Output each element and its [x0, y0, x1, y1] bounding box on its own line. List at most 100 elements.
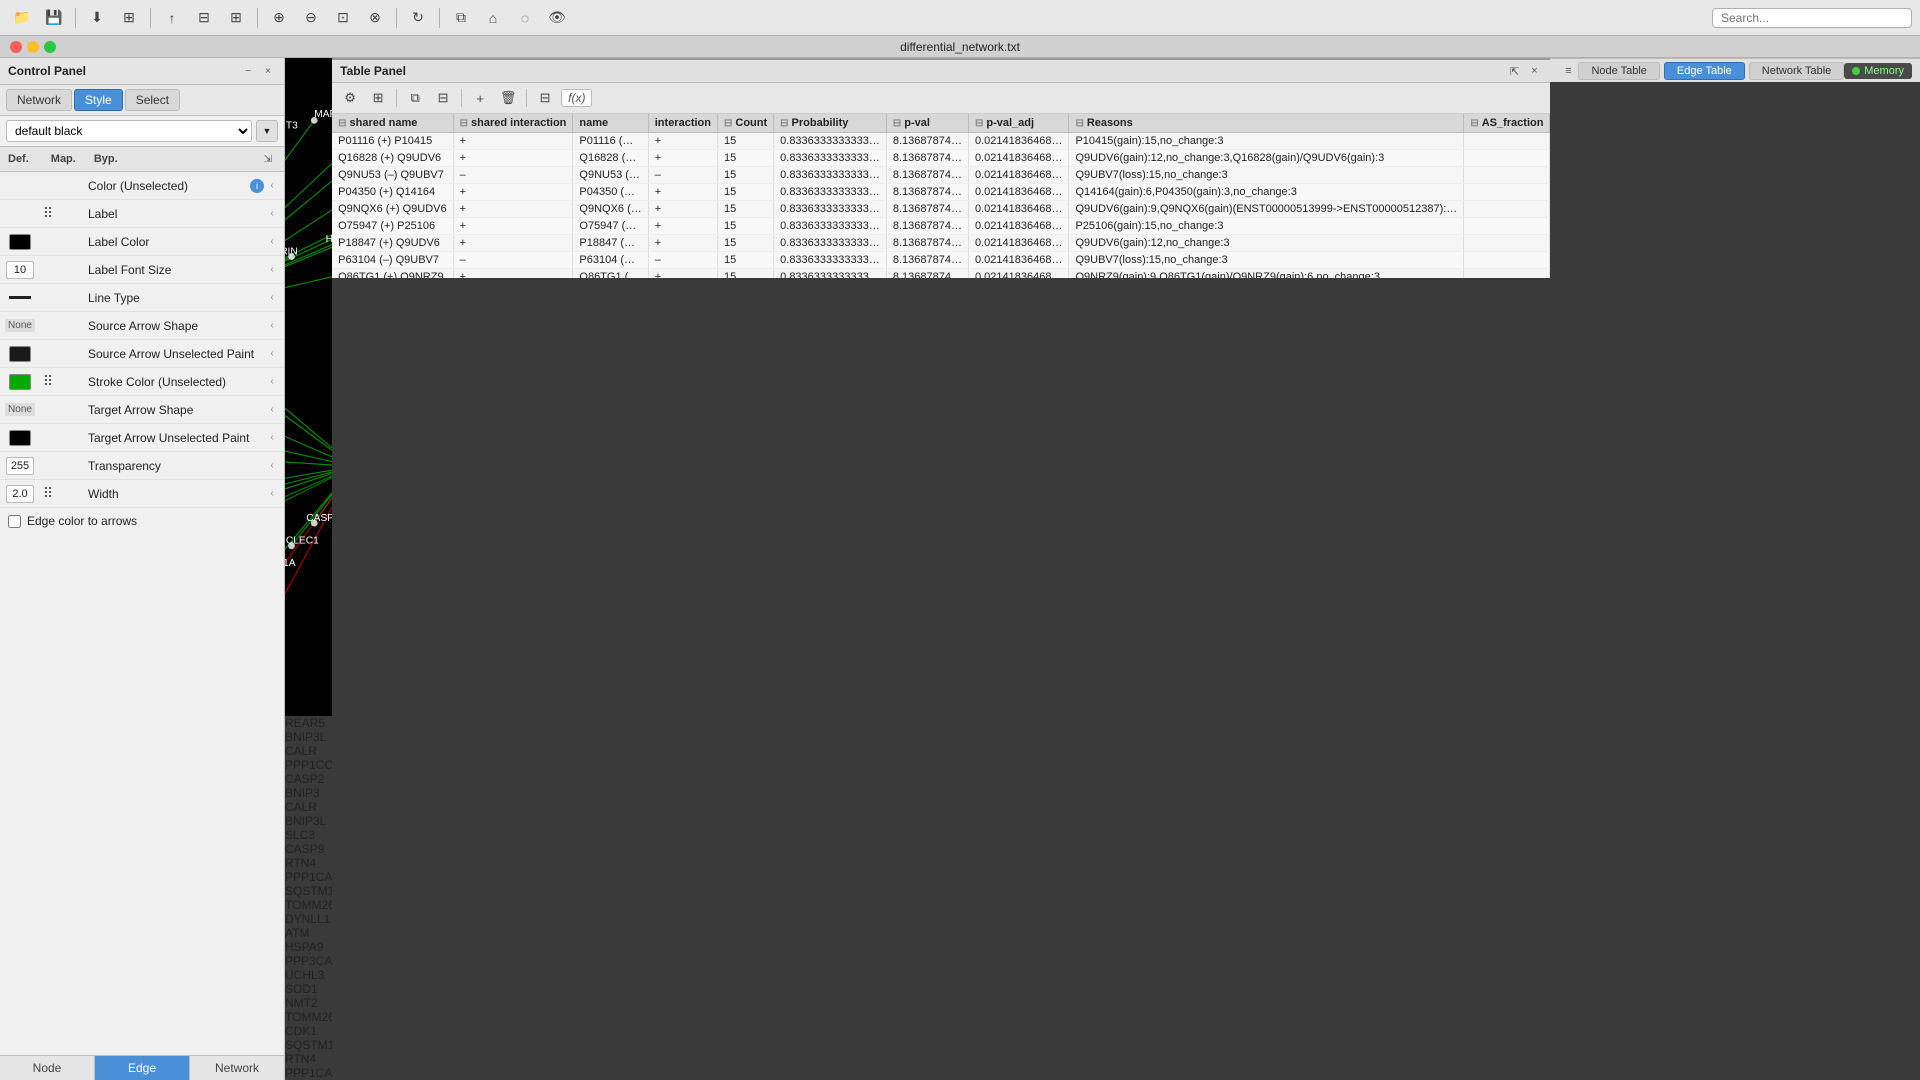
prop-arrow-source[interactable]: ‹ — [264, 320, 280, 331]
table-row[interactable]: P01116 (+) P10415 + P01116 (… + 15 0.833… — [332, 133, 1550, 150]
col-probability[interactable]: ⊟ Probability — [774, 114, 887, 133]
col-shared-interaction[interactable]: ⊟ shared interaction — [453, 114, 573, 133]
refresh-icon[interactable]: ↻ — [404, 4, 432, 32]
list-icon[interactable]: ≡ — [1558, 61, 1578, 81]
tab-network[interactable]: Network — [6, 89, 72, 111]
search-input[interactable] — [1712, 8, 1912, 28]
label-color-swatch[interactable] — [9, 234, 31, 250]
cell-interaction: + — [648, 235, 717, 252]
tt-columns-icon[interactable]: ⊞ — [366, 86, 390, 110]
prop-arrow-color[interactable]: ‹ — [264, 180, 280, 191]
source-paint-swatch[interactable] — [9, 346, 31, 362]
info-icon-color[interactable]: i — [250, 179, 264, 193]
prop-arrow-width[interactable]: ‹ — [264, 488, 280, 499]
table2-icon[interactable]: ⊞ — [222, 4, 250, 32]
prop-arrow-label[interactable]: ‹ — [264, 208, 280, 219]
col-count[interactable]: ⊟ Count — [717, 114, 773, 133]
prop-arrow-stroke[interactable]: ‹ — [264, 376, 280, 387]
cell-as-fraction — [1464, 201, 1550, 218]
edge-color-label: Edge color to arrows — [27, 514, 137, 528]
properties-list: Color (Unselected) i ‹ ⠿ Label ‹ Label C… — [0, 172, 284, 1055]
tab-style[interactable]: Style — [74, 89, 123, 111]
close-window-button[interactable] — [10, 41, 22, 53]
table-expand-icon[interactable]: ⇱ — [1506, 63, 1522, 79]
table-row[interactable]: O75947 (+) P25106 + O75947 (… + 15 0.833… — [332, 218, 1550, 235]
edge-color-checkbox[interactable] — [8, 515, 21, 528]
tt-split-icon[interactable]: ⊟ — [431, 86, 455, 110]
width-value[interactable]: 2.0 — [6, 485, 34, 503]
tt-add-icon[interactable]: + — [468, 86, 492, 110]
line-type-swatch[interactable] — [9, 296, 31, 299]
close-panel-icon[interactable]: × — [260, 63, 276, 79]
save-icon[interactable]: 💾 — [40, 4, 68, 32]
col-pval[interactable]: ⊟ p-val — [886, 114, 968, 133]
col-shared-name[interactable]: ⊟ shared name — [332, 114, 453, 133]
share-icon[interactable]: ↑ — [158, 4, 186, 32]
col-pval-adj[interactable]: ⊟ p-val_adj — [968, 114, 1068, 133]
table-icon[interactable]: ⊞ — [115, 4, 143, 32]
tt-link-icon[interactable]: ⊟ — [533, 86, 557, 110]
table-row[interactable]: P04350 (+) Q14164 + P04350 (… + 15 0.833… — [332, 184, 1550, 201]
style-dropdown-arrow[interactable]: ▼ — [256, 120, 278, 142]
table-row[interactable]: Q9NQX6 (+) Q9UDV6 + Q9NQX6 (… + 15 0.833… — [332, 201, 1550, 218]
zoom-reset-icon[interactable]: ⊗ — [361, 4, 389, 32]
prop-arrow-source-paint[interactable]: ‹ — [264, 348, 280, 359]
minimize-window-button[interactable] — [27, 41, 39, 53]
tab-select[interactable]: Select — [125, 89, 180, 111]
col-as-fraction[interactable]: ⊟ AS_fraction — [1464, 114, 1550, 133]
bottom-tab-network[interactable]: Network — [190, 1056, 284, 1080]
prop-line-type: Line Type ‹ — [0, 284, 284, 312]
table-row[interactable]: P18847 (+) Q9UDV6 + P18847 (… + 15 0.833… — [332, 235, 1550, 252]
node-table-tab[interactable]: Node Table — [1578, 62, 1659, 80]
copy-icon[interactable]: ⧉ — [447, 4, 475, 32]
cell-count: 15 — [717, 150, 773, 167]
open-folder-icon[interactable]: 📁 — [8, 4, 36, 32]
col-interaction[interactable]: interaction — [648, 114, 717, 133]
prop-arrow-target-paint[interactable]: ‹ — [264, 432, 280, 443]
font-size-value[interactable]: 10 — [6, 261, 34, 279]
home-icon[interactable]: ⌂ — [479, 4, 507, 32]
network-table-tab[interactable]: Network Table — [1749, 62, 1845, 80]
minimize-panel-icon[interactable]: − — [240, 63, 256, 79]
right-area: TAF12 NHP50 CDC27 NCL TBP ETS1 MAF SDIT3… — [285, 58, 332, 1080]
stroke-color-swatch[interactable] — [9, 374, 31, 390]
hide-icon[interactable]: ◌ — [511, 4, 539, 32]
bottom-tab-edge[interactable]: Edge — [95, 1056, 190, 1080]
col-name[interactable]: name — [573, 114, 648, 133]
zoom-in-icon[interactable]: ⊕ — [265, 4, 293, 32]
bottom-tab-node[interactable]: Node — [0, 1056, 95, 1080]
grid-icon[interactable]: ⊟ — [190, 4, 218, 32]
zoom-out-icon[interactable]: ⊖ — [297, 4, 325, 32]
network-canvas[interactable]: TAF12 NHP50 CDC27 NCL TBP ETS1 MAF SDIT3… — [285, 58, 332, 716]
tt-settings-icon[interactable]: ⚙ — [338, 86, 362, 110]
col-reasons[interactable]: ⊟ Reasons — [1069, 114, 1464, 133]
table-panel: Table Panel ⇱ × ⚙ ⊞ ⧉ ⊟ + 🗑 ⊟ f(x) — [332, 58, 1550, 278]
table-close-icon[interactable]: × — [1526, 63, 1542, 79]
table-row[interactable]: Q9NU53 (–) Q9UBV7 – Q9NU53 (… – 15 0.833… — [332, 167, 1550, 184]
maximize-window-button[interactable] — [44, 41, 56, 53]
table-row[interactable]: Q16828 (+) Q9UDV6 + Q16828 (… + 15 0.833… — [332, 150, 1550, 167]
tt-delete-icon[interactable]: 🗑 — [496, 86, 520, 110]
cell-as-fraction — [1464, 269, 1550, 279]
cell-pval-adj: 0.02141836468… — [968, 184, 1068, 201]
table-row[interactable]: Q86TG1 (+) Q9NRZ9 + Q86TG1 (… + 15 0.833… — [332, 269, 1550, 279]
transparency-value[interactable]: 255 — [6, 457, 34, 475]
prop-arrow-line-type[interactable]: ‹ — [264, 292, 280, 303]
edge-table-tab[interactable]: Edge Table — [1664, 62, 1745, 80]
cell-name: P63104 (… — [573, 252, 648, 269]
props-collapse-icon[interactable]: ⇲ — [260, 151, 276, 167]
prop-arrow-label-color[interactable]: ‹ — [264, 236, 280, 247]
prop-arrow-transparency[interactable]: ‹ — [264, 460, 280, 471]
style-dropdown[interactable]: default black — [6, 120, 252, 142]
table-row[interactable]: P63104 (–) Q9UBV7 – P63104 (… – 15 0.833… — [332, 252, 1550, 269]
target-paint-swatch[interactable] — [9, 430, 31, 446]
zoom-fit-icon[interactable]: ⊡ — [329, 4, 357, 32]
tt-function[interactable]: f(x) — [561, 89, 592, 107]
tt-merge-icon[interactable]: ⧉ — [403, 86, 427, 110]
cell-reasons: Q14164(gain):6,P04350(gain):3,no_change:… — [1069, 184, 1464, 201]
import-icon[interactable]: ⬇ — [83, 4, 111, 32]
eye-icon[interactable]: 👁 — [543, 4, 571, 32]
data-table[interactable]: ⊟ shared name ⊟ shared interaction — [332, 114, 1550, 278]
prop-arrow-font-size[interactable]: ‹ — [264, 264, 280, 275]
prop-arrow-target[interactable]: ‹ — [264, 404, 280, 415]
